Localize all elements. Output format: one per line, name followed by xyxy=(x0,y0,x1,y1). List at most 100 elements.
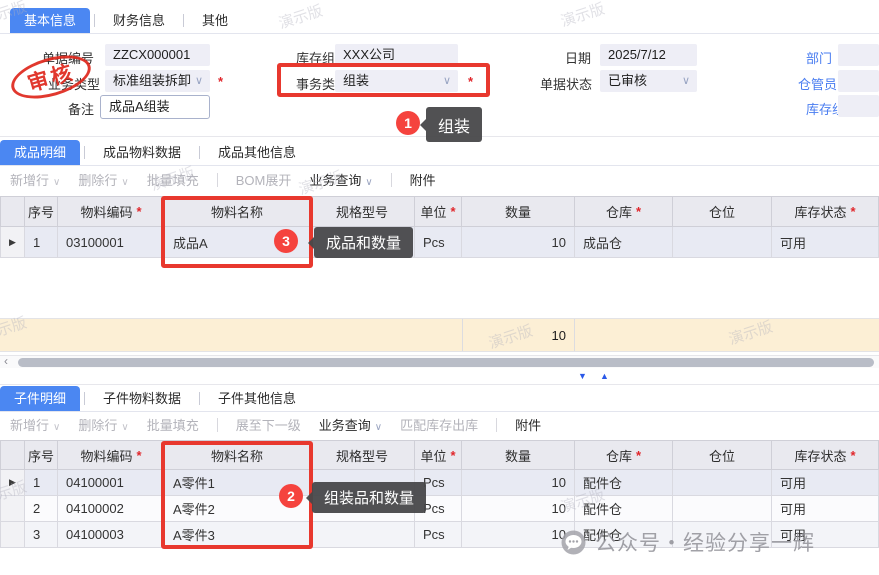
table-cell[interactable]: 10 xyxy=(462,496,575,522)
table-cell[interactable]: A零件3 xyxy=(165,522,310,548)
column-header-仓库[interactable]: 仓库* xyxy=(575,440,673,470)
keeper-field[interactable] xyxy=(838,70,879,92)
scroll-left-icon[interactable]: ‹ xyxy=(4,354,8,368)
splitter-collapse-icon[interactable]: ▼ xyxy=(578,371,587,381)
table-cell[interactable] xyxy=(673,496,772,522)
column-header-仓位[interactable]: 仓位 xyxy=(673,440,772,470)
table-cell[interactable]: Pcs xyxy=(415,522,462,548)
column-header-单位[interactable]: 单位* xyxy=(415,440,462,470)
table-cell[interactable]: 可用 xyxy=(772,522,879,548)
table-cell[interactable]: Pcs xyxy=(415,227,462,258)
dept-field[interactable] xyxy=(838,44,879,66)
chevron-down-icon: ∨ xyxy=(53,422,60,433)
column-header-序号[interactable]: 序号 xyxy=(25,196,58,227)
table-cell[interactable]: 10 xyxy=(462,522,575,548)
toolbar-button-label: 业务查询 xyxy=(319,418,371,433)
table-cell[interactable]: 3 xyxy=(25,522,58,548)
toolbar-separator xyxy=(391,173,392,187)
column-header-物料名称[interactable]: 物料名称 xyxy=(165,440,310,470)
child_section-tool-附件[interactable]: 附件 xyxy=(515,415,541,434)
table-cell[interactable]: 成品仓 xyxy=(575,227,673,258)
table-cell[interactable] xyxy=(673,227,772,258)
toolbar-button-label: 匹配库存出库 xyxy=(400,418,478,433)
status-label: 单据状态 xyxy=(540,74,592,93)
biz-type-select[interactable]: 标准组装拆卸 ∨ xyxy=(105,70,210,92)
trans-type-select[interactable]: 组装 ∨ xyxy=(335,70,458,92)
product_section-tool-业务查询[interactable]: 业务查询∨ xyxy=(309,170,372,189)
header_tabs_bar-tab-1[interactable]: 财务信息 xyxy=(99,8,179,33)
column-header-序号[interactable]: 序号 xyxy=(25,440,58,470)
toolbar-button-label: 附件 xyxy=(515,418,541,433)
column-header-规格型号[interactable]: 规格型号 xyxy=(310,196,415,227)
chevron-down-icon: ∨ xyxy=(121,177,128,188)
table-row[interactable]: ▶103100001成品APcs10成品仓可用 xyxy=(0,227,879,258)
column-header-库存状态[interactable]: 库存状态* xyxy=(772,196,879,227)
inv-org-field[interactable]: XXX公司 xyxy=(335,44,458,66)
product_section-tool-删除行: 删除行 ∨ xyxy=(78,170,128,189)
table-cell[interactable]: 1 xyxy=(25,470,58,496)
column-header-label: 数量 xyxy=(505,202,531,221)
child_section-tool-业务查询[interactable]: 业务查询∨ xyxy=(319,415,382,434)
product_section-tool-附件[interactable]: 附件 xyxy=(410,170,436,189)
table-row[interactable]: 204100002A零件2Pcs10配件仓可用 xyxy=(0,496,879,522)
column-header-规格型号[interactable]: 规格型号 xyxy=(310,440,415,470)
child_section-tab-2[interactable]: 子件其他信息 xyxy=(204,386,310,411)
table-cell[interactable]: 配件仓 xyxy=(575,470,673,496)
tab-separator xyxy=(94,14,95,27)
header_tabs_bar-tab-2[interactable]: 其他 xyxy=(188,8,242,33)
column-header-仓库[interactable]: 仓库* xyxy=(575,196,673,227)
table-cell[interactable]: 04100003 xyxy=(58,522,165,548)
column-header-数量[interactable]: 数量 xyxy=(462,196,575,227)
column-header-数量[interactable]: 数量 xyxy=(462,440,575,470)
header_tabs_bar-tab-0[interactable]: 基本信息 xyxy=(10,8,90,33)
child_section-tab-0[interactable]: 子件明细 xyxy=(0,386,80,411)
table-cell[interactable]: 2 xyxy=(25,496,58,522)
column-header-label: 物料编码 xyxy=(80,446,132,465)
column-header-物料名称[interactable]: 物料名称 xyxy=(165,196,310,227)
table-cell[interactable] xyxy=(673,470,772,496)
annotation-tip-1: 组装 xyxy=(426,107,482,142)
table-cell[interactable]: 04100001 xyxy=(58,470,165,496)
table-row[interactable]: ▶104100001A零件1Pcs10配件仓可用 xyxy=(0,470,879,496)
table-row[interactable]: 304100003A零件3 Pcs10配件仓 可用 xyxy=(0,522,879,548)
date-field[interactable]: 2025/7/12 xyxy=(600,44,697,66)
table-cell[interactable]: 配件仓 xyxy=(575,496,673,522)
splitter-expand-icon[interactable]: ▲ xyxy=(600,371,609,381)
product_section-tab-1[interactable]: 成品物料数据 xyxy=(89,140,195,165)
scrollbar-thumb[interactable] xyxy=(18,358,874,367)
doc-no-field[interactable]: ZZCX000001 xyxy=(105,44,210,66)
table-cell[interactable]: 可用 xyxy=(772,496,879,522)
table-cell[interactable]: 03100001 xyxy=(58,227,165,258)
table-cell[interactable]: 04100002 xyxy=(58,496,165,522)
table-cell[interactable]: 可用 xyxy=(772,227,879,258)
table-cell[interactable]: 10 xyxy=(462,227,575,258)
table-cell[interactable]: 10 xyxy=(462,470,575,496)
toolbar-button-label: 删除行 xyxy=(78,173,117,188)
inv-group-field[interactable] xyxy=(838,95,879,117)
row-marker-cell xyxy=(0,496,25,522)
child_section-tool-展至下一级: 展至下一级 xyxy=(236,415,301,434)
table-cell[interactable]: 1 xyxy=(25,227,58,258)
product_section-tab-0[interactable]: 成品明细 xyxy=(0,140,80,165)
chevron-down-icon: ∨ xyxy=(195,70,203,92)
table-cell[interactable]: 可用 xyxy=(772,470,879,496)
toolbar-button-label: 展至下一级 xyxy=(236,418,301,433)
column-header-物料编码[interactable]: 物料编码* xyxy=(58,440,165,470)
column-header-库存状态[interactable]: 库存状态* xyxy=(772,440,879,470)
required-star-icon: * xyxy=(450,204,455,219)
toolbar-button-label: 批量填充 xyxy=(147,173,199,188)
table-cell[interactable] xyxy=(310,522,415,548)
column-header-label: 库存状态 xyxy=(794,202,846,221)
product_section-tab-2[interactable]: 成品其他信息 xyxy=(204,140,310,165)
horizontal-scrollbar[interactable]: ‹ xyxy=(0,355,879,368)
column-header-物料编码[interactable]: 物料编码* xyxy=(58,196,165,227)
table-cell[interactable]: 配件仓 xyxy=(575,522,673,548)
toolbar-button-label: 新增行 xyxy=(10,173,49,188)
child_section-tab-1[interactable]: 子件物料数据 xyxy=(89,386,195,411)
table-cell[interactable] xyxy=(673,522,772,548)
column-header-单位[interactable]: 单位* xyxy=(415,196,462,227)
remark-input[interactable]: 成品A组装 xyxy=(100,95,210,119)
column-header-label: 物料名称 xyxy=(211,446,263,465)
status-select[interactable]: 已审核 ∨ xyxy=(600,70,697,92)
column-header-仓位[interactable]: 仓位 xyxy=(673,196,772,227)
